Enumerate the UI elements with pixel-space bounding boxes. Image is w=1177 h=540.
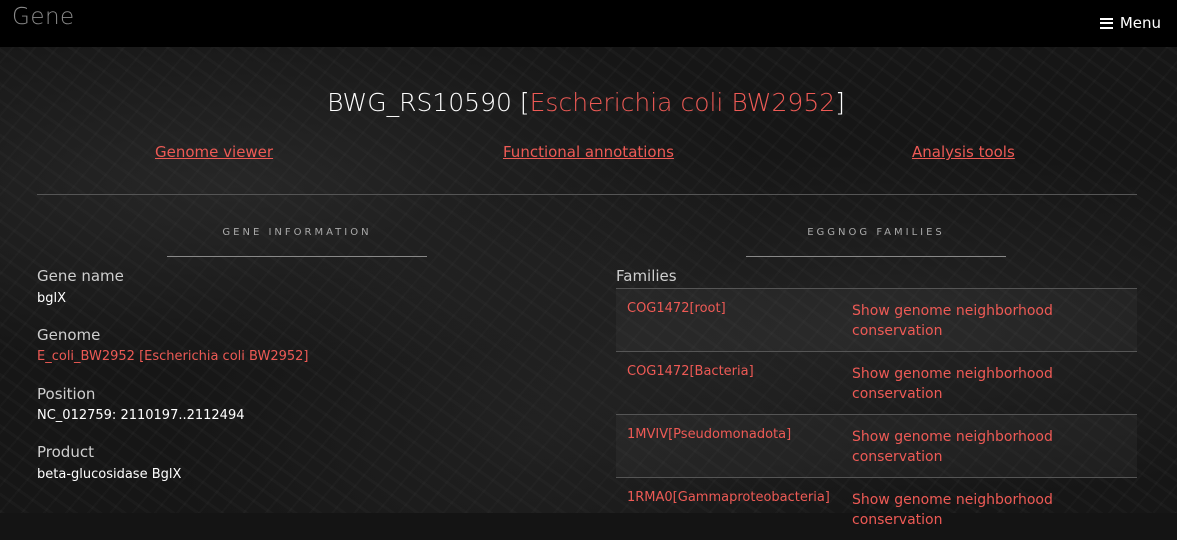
genome-viewer-link[interactable]: Genome viewer [155,143,273,161]
genome-link[interactable]: E_coli_BW2952 [Escherichia coli BW2952] [37,349,308,364]
gene-information-heading: GENE INFORMATION [222,227,372,238]
eggnog-families-rule [746,256,1006,257]
family-link[interactable]: 1MVIV[Pseudomonadota] [627,427,791,442]
menu-label: Menu [1119,14,1161,32]
hamburger-icon [1099,17,1113,29]
genome-label: Genome [37,326,101,344]
show-neighborhood-link[interactable]: Show genome neighborhood conservation [852,490,1072,530]
gene-name-label: Gene name [37,267,124,285]
position-value: NC_012759: 2110197..2112494 [37,408,245,423]
page-title: BWG_RS10590 [Escherichia coli BW2952] [0,88,1172,117]
bracket-open: [ [519,88,530,117]
gene-name-value: bglX [37,291,67,306]
families-label: Families [616,267,677,285]
table-row: 1MVIV[Pseudomonadota] Show genome neighb… [616,414,1137,477]
show-neighborhood-link[interactable]: Show genome neighborhood conservation [852,364,1072,404]
bracket-close: ] [835,88,845,117]
table-row: 1RMA0[Gammaproteobacteria] Show genome n… [616,477,1137,540]
show-neighborhood-link[interactable]: Show genome neighborhood conservation [852,427,1072,467]
family-link[interactable]: 1RMA0[Gammaproteobacteria] [627,490,830,505]
functional-annotations-link[interactable]: Functional annotations [503,143,674,161]
product-value: beta-glucosidase BglX [37,467,182,482]
family-link[interactable]: COG1472[root] [627,301,726,316]
families-table: COG1472[root] Show genome neighborhood c… [616,288,1137,540]
gene-information-rule [167,256,427,257]
top-bar: Gene Menu [0,0,1177,47]
analysis-tools-link[interactable]: Analysis tools [912,143,1015,161]
app-title: Gene [12,4,75,30]
position-label: Position [37,385,96,403]
eggnog-families-heading: EGGNOG FAMILIES [807,227,945,238]
show-neighborhood-link[interactable]: Show genome neighborhood conservation [852,301,1072,341]
product-label: Product [37,443,94,461]
table-row: COG1472[root] Show genome neighborhood c… [616,288,1137,351]
family-link[interactable]: COG1472[Bacteria] [627,364,754,379]
gene-id: BWG_RS10590 [327,88,512,117]
organism-link[interactable]: Escherichia coli BW2952 [530,88,836,117]
menu-button[interactable]: Menu [1099,14,1161,32]
table-row: COG1472[Bacteria] Show genome neighborho… [616,351,1137,414]
divider [37,194,1137,195]
